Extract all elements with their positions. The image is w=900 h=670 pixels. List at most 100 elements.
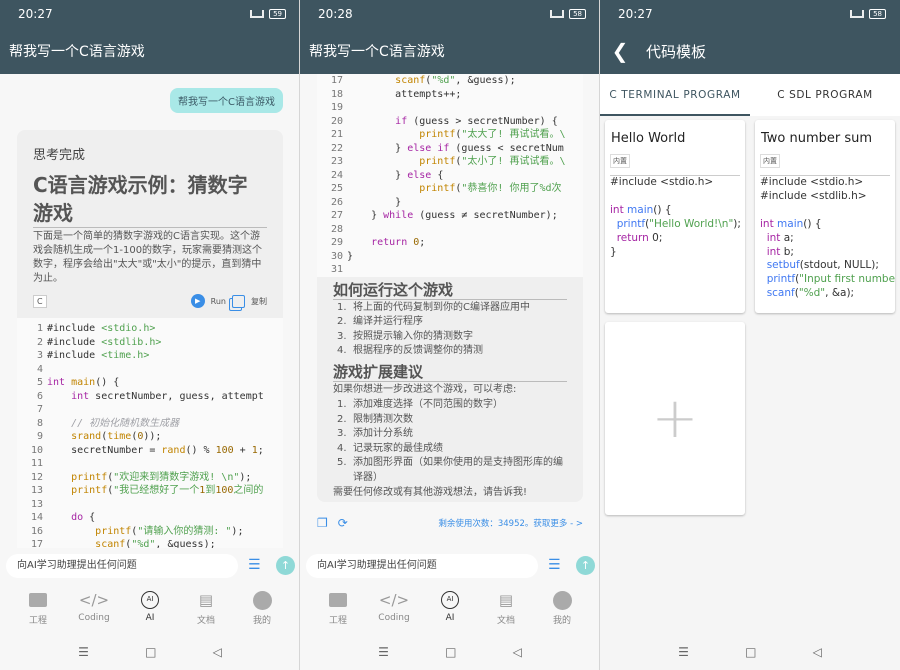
refresh-icon[interactable]: ⟳ (338, 516, 348, 530)
code-language-tag: C (33, 294, 47, 308)
list-item: 1. 将上面的代码复制到你的C编译器应用中 (337, 301, 530, 313)
code-line: 16 printf("请输入你的猜测: "); (17, 525, 283, 539)
line-number: 27 (330, 210, 343, 221)
nav-label: 工程 (328, 616, 347, 626)
send-button[interactable]: ↑ (576, 556, 595, 575)
list-item: 5. 添加图形界面（如果你使用的是支持图形库的编译器） (337, 457, 563, 483)
template-card-two-number-sum[interactable]: Two number sum 内置 #include <stdio.h> #in… (755, 120, 895, 313)
nav-item-docs[interactable]: ▤ 文档 (486, 584, 526, 634)
line-number: 21 (330, 129, 343, 140)
battery-icon: 58 (869, 9, 886, 19)
line-text: int main() { (47, 377, 120, 388)
code-line: 6 int secretNumber, guess, attempt (17, 390, 283, 404)
code-line: 18 attempts++; (317, 88, 583, 102)
nav-item-coding[interactable]: </> Coding (74, 584, 114, 634)
ai-question-input[interactable]: 向AI学习助理提出任何问题 (306, 554, 538, 578)
menu-icon[interactable]: ☰ (378, 645, 389, 659)
nav-item-project[interactable]: 工程 (318, 584, 358, 634)
line-text: if (guess > secretNumber) { (395, 115, 558, 127)
home-icon[interactable]: □ (445, 645, 456, 659)
line-number: 17 (330, 75, 343, 86)
back-arrow-icon[interactable]: ❮ (600, 39, 640, 63)
input-bar: 向AI学习助理提出任何问题 ☰ ↑ (300, 548, 600, 584)
code-line: 11 (17, 457, 283, 471)
line-number: 5 (36, 377, 43, 388)
system-nav: ☰ □ ◁ (0, 634, 300, 670)
code-block[interactable]: 1 #include <stdio.h> 2 #include <stdlib.h> 3… (17, 318, 283, 548)
how-to-run-list: 1. 将上面的代码复制到你的C编译器应用中 2. 编译并运行程序 3. 按照提示输入你的猜… (337, 301, 567, 359)
template-card-hello-world[interactable]: Hello World 内置 #include <stdio.h> int ma… (605, 120, 745, 313)
avatar-icon (552, 590, 572, 610)
ai-question-input[interactable]: 向AI学习助理提出任何问题 (6, 554, 238, 578)
line-text: // 初始化随机数生成器 (47, 417, 180, 429)
status-icons: 59 (250, 9, 286, 19)
chat-area[interactable]: 17 scanf("%d", &guess); 18 attempts++; 19 2… (300, 74, 600, 548)
bottom-nav: 工程 </> Coding AI AI ▤ 文档 我的 (300, 584, 600, 634)
line-number: 6 (36, 390, 43, 402)
extension-list: 1. 添加难度选择（不同范围的数字） 2. 限制猜测次数 3. 添加计分系统 4. 记录玩家的… (337, 398, 567, 485)
line-number: 13 (30, 485, 43, 496)
page-title: 代码模板 (646, 42, 707, 61)
copy-icon[interactable] (232, 294, 245, 308)
nav-item-profile[interactable]: 我的 (242, 584, 282, 634)
nav-item-docs[interactable]: ▤ 文档 (186, 584, 226, 634)
status-bar: 20:28 58 (300, 0, 600, 28)
list-icon[interactable]: ☰ (548, 558, 564, 572)
thinking-status: 思考完成 (33, 148, 86, 163)
template-name: Hello World (611, 131, 686, 146)
system-nav: ☰ □ ◁ (600, 634, 900, 670)
back-icon[interactable]: ◁ (813, 645, 822, 659)
builtin-badge: 内置 (610, 154, 630, 168)
status-time: 20:27 (618, 7, 653, 21)
code-line: 13 (17, 498, 283, 512)
usage-remaining-link[interactable]: 剩余使用次数：34952。获取更多 - > (438, 517, 583, 529)
tab-c-terminal[interactable]: C TERMINAL PROGRAM (600, 74, 750, 116)
code-line: 23 printf("太小了! 再试试看。\ (317, 155, 583, 169)
copy-icon[interactable]: ❐ (317, 516, 328, 530)
back-icon[interactable]: ◁ (213, 645, 222, 659)
nav-item-ai[interactable]: AI AI (430, 584, 470, 634)
line-text: return 0; (371, 237, 426, 248)
line-text: #include <time.h> (47, 350, 150, 361)
nav-item-coding[interactable]: </> Coding (374, 584, 414, 634)
chat-area[interactable]: 帮我写一个C语言游戏 思考完成 C语言游戏示例：猜数字游戏 下面是一个简单的猜数… (0, 74, 300, 548)
arrow-up-icon: ↑ (580, 559, 591, 572)
line-number: 4 (36, 363, 43, 375)
menu-icon[interactable]: ☰ (78, 645, 89, 659)
response-actions: ❐ ⟳ 剩余使用次数：34952。获取更多 - > (317, 512, 583, 534)
run-icon[interactable]: ▶ (190, 294, 205, 308)
home-icon[interactable]: □ (745, 645, 756, 659)
status-bar: 20:27 58 (600, 0, 900, 28)
line-number: 22 (330, 142, 343, 154)
run-button[interactable]: Run (211, 297, 226, 306)
back-icon[interactable]: ◁ (513, 645, 522, 659)
code-line: 14 do { (17, 511, 283, 525)
send-button[interactable]: ↑ (276, 556, 295, 575)
menu-icon[interactable]: ☰ (678, 645, 689, 659)
line-number: 23 (330, 156, 343, 167)
code-line: 17 scanf("%d", &guess); (317, 74, 583, 88)
code-line: 20 if (guess > secretNumber) { (317, 115, 583, 129)
list-item: 3. 按照提示输入你的猜测数字 (337, 330, 473, 342)
line-number: 26 (330, 196, 343, 208)
extension-heading: 游戏扩展建议 (333, 363, 567, 382)
list-icon[interactable]: ☰ (248, 558, 264, 572)
nav-item-project[interactable]: 工程 (18, 584, 58, 634)
code-line: 21 printf("太大了! 再试试看。\ (317, 128, 583, 142)
list-item: 2. 编译并运行程序 (337, 316, 423, 327)
tab-c-sdl[interactable]: C SDL PROGRAM (750, 74, 900, 116)
add-template-button[interactable]: + (605, 322, 745, 515)
line-text: int secretNumber, guess, attempt (71, 390, 264, 402)
code-line: 7 (17, 403, 283, 417)
code-block[interactable]: 17 scanf("%d", &guess); 18 attempts++; 19 2… (317, 74, 583, 277)
copy-button[interactable]: 复制 (251, 296, 267, 307)
home-icon[interactable]: □ (145, 645, 156, 659)
line-text: } else { (347, 169, 444, 181)
nav-item-ai[interactable]: AI AI (130, 584, 170, 634)
closing-text: 需要任何修改或有其他游戏想法，请告诉我! (333, 487, 528, 498)
nav-label: Coding (378, 613, 410, 623)
list-item: 1. 添加难度选择（不同范围的数字） (337, 399, 503, 410)
code-line: 2 #include <stdlib.h> (17, 336, 283, 350)
nav-item-profile[interactable]: 我的 (542, 584, 582, 634)
status-icons: 58 (850, 9, 886, 19)
